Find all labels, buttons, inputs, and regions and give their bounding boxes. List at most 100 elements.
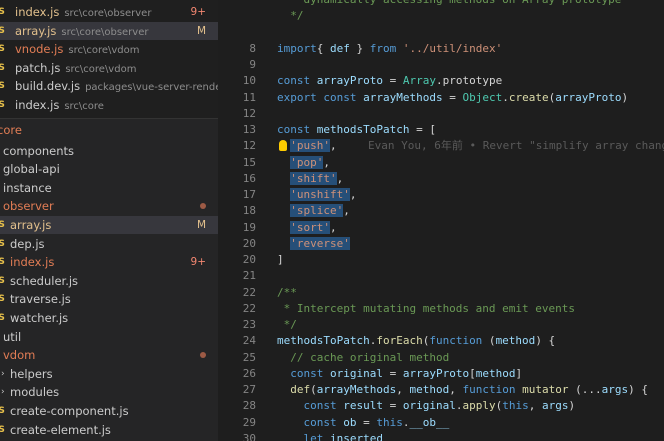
code-token: */ [277,318,297,331]
code-line[interactable]: */ [218,8,664,24]
open-editor-item[interactable]: JS index.jssrc\core [0,96,218,114]
code-line[interactable] [218,25,664,41]
line-number: 20 [242,236,256,250]
code-token: const [277,123,311,136]
tree-file[interactable]: JS scheduler.js [0,272,218,290]
code-line[interactable]: 20 'reverse' [218,236,664,252]
file-name: array.js src\core\observer [15,23,149,38]
code-line[interactable]: 12 [218,106,664,122]
line-number: 21 [242,269,256,283]
code-token: Array [402,74,436,88]
code-line[interactable]: 21 [218,268,664,284]
code-token: * dynamically accessing methods on Array… [277,0,621,6]
tree-file[interactable]: JS traverse.js [0,290,218,308]
tree-folder[interactable]: › helpers [0,365,218,383]
code-token: export const [277,90,357,104]
code-token: methodsToPatch [316,123,410,136]
file-name: index.js src\core\observer [15,5,152,19]
code-text: export const arrayMethods = Object.creat… [277,90,628,106]
open-editor-item[interactable]: JS array.jssrc\core\observer M [0,21,218,40]
code-token: , [330,220,337,234]
code-token: , [336,171,344,185]
code-token: = [356,415,377,429]
open-editor-item[interactable]: JS patch.jssrc\core\vdom [0,59,218,77]
code-line[interactable]: 22 * Intercept mutating methods and emit… [218,301,664,317]
code-line[interactable]: 24 methodsToPatch.forEach(function (metho… [218,333,664,349]
line-number: 27 [242,383,256,396]
tree-folder[interactable]: components [0,142,218,160]
git-status-badge: M [196,219,206,231]
code-token: arrayMethods [316,383,397,396]
code-token: def [330,41,350,55]
code-token: = [442,90,463,104]
code-text: 'shift', [277,171,343,187]
code-text: 'unshift', [277,187,356,203]
code-line[interactable]: 19 'sort', [218,220,664,236]
open-editor-item[interactable]: JS build.dev.jspackages\vue-server-render… [0,77,218,95]
tree-file[interactable]: JS index.js 9+ [0,253,218,271]
code-token: ) { [535,334,556,348]
tree-file[interactable]: JS create-component.js [0,402,218,420]
code-token: method [409,383,450,396]
tree-folder[interactable]: global-api [0,160,218,178]
code-line[interactable]: 15 'pop', [218,155,664,171]
file-name: index.js src\core [15,97,104,112]
tree-item-label: traverse.js [10,292,71,307]
git-blame-annotation: Evan You, 6年前 • Revert "simplify array c… [368,139,664,153]
js-file-icon: JS [0,81,5,91]
code-line[interactable]: 23 */ [218,317,664,333]
tree-folder[interactable]: util [0,328,218,346]
code-line[interactable]: 17 'unshift', [218,187,664,203]
git-status-badge: M [196,24,206,37]
code-token: 'splice' [290,204,344,218]
code-line[interactable]: 11 export const arrayMethods = Object.cre… [218,90,664,106]
tree-file[interactable]: JS create-element.js [0,421,218,439]
lightbulb-icon[interactable] [279,140,287,152]
code-token: */ [277,9,304,23]
code-line[interactable]: 13 const methodsToPatch = [ [218,122,664,138]
tree-folder[interactable]: core [0,121,218,139]
open-editor-item[interactable]: JS index.jssrc\core\observer 9+ [0,3,218,21]
code-line[interactable]: 10 const arrayProto = Array.prototype [218,73,664,89]
tree-folder[interactable]: observer [0,197,218,215]
chevron-right-icon: › [1,368,5,379]
code-line[interactable]: 12 'push', Evan You, 6年前 • Revert "simpli… [218,138,664,154]
code-line[interactable]: 9 [218,57,664,73]
code-line[interactable]: 18 'splice', [218,203,664,219]
explorer-sidebar: JSindex.jssrc\core\observer9+ JS array.jss… [0,0,218,441]
tree-folder[interactable]: vdom [0,346,218,364]
code-line[interactable]: 22 /** [218,285,664,301]
code-line[interactable]: 26 const original = arrayProto[method] [218,366,664,382]
code-line[interactable]: 28 const result = original.apply(this, a… [218,398,664,414]
code-line[interactable]: 20] [218,252,664,268]
tree-file[interactable]: JS array.js M [0,216,218,234]
code-token: apply [462,399,496,413]
code-token: .prototype [435,74,503,88]
code-line[interactable]: 16 'shift', [218,171,664,187]
code-token: create [508,90,549,104]
code-token: '../util/index' [402,41,503,55]
open-editor-item[interactable]: JS vnode.jssrc\core\vdom [0,40,218,58]
code-line[interactable]: * dynamically accessing methods on Array… [218,0,664,8]
code-line[interactable]: 8 import{ def } from '../util/index' [218,41,664,57]
tree-folder[interactable]: › modules [0,383,218,401]
code-token: ) { [628,383,648,396]
code-token: , [323,155,330,169]
code-line[interactable]: 27 def(arrayMethods, method, function mu… [218,382,664,398]
code-line[interactable]: 29 const ob = this.__ob__ [218,415,664,431]
code-text: 'pop', [277,155,330,171]
code-line[interactable]: 30 let inserted [218,431,664,441]
code-token: original [402,399,456,413]
code-token: . [502,90,509,104]
code-line[interactable]: 25 // cache original method [218,350,664,366]
code-token: , [449,383,463,396]
tree-file[interactable]: JS dep.js [0,235,218,253]
code-editor[interactable]: * dynamically accessing methods on Array… [218,0,664,441]
tree-file[interactable]: JS watcher.js [0,309,218,327]
tree-folder[interactable]: instance [0,179,218,197]
js-file-icon: JS [0,275,5,286]
code-token: function [429,334,483,348]
